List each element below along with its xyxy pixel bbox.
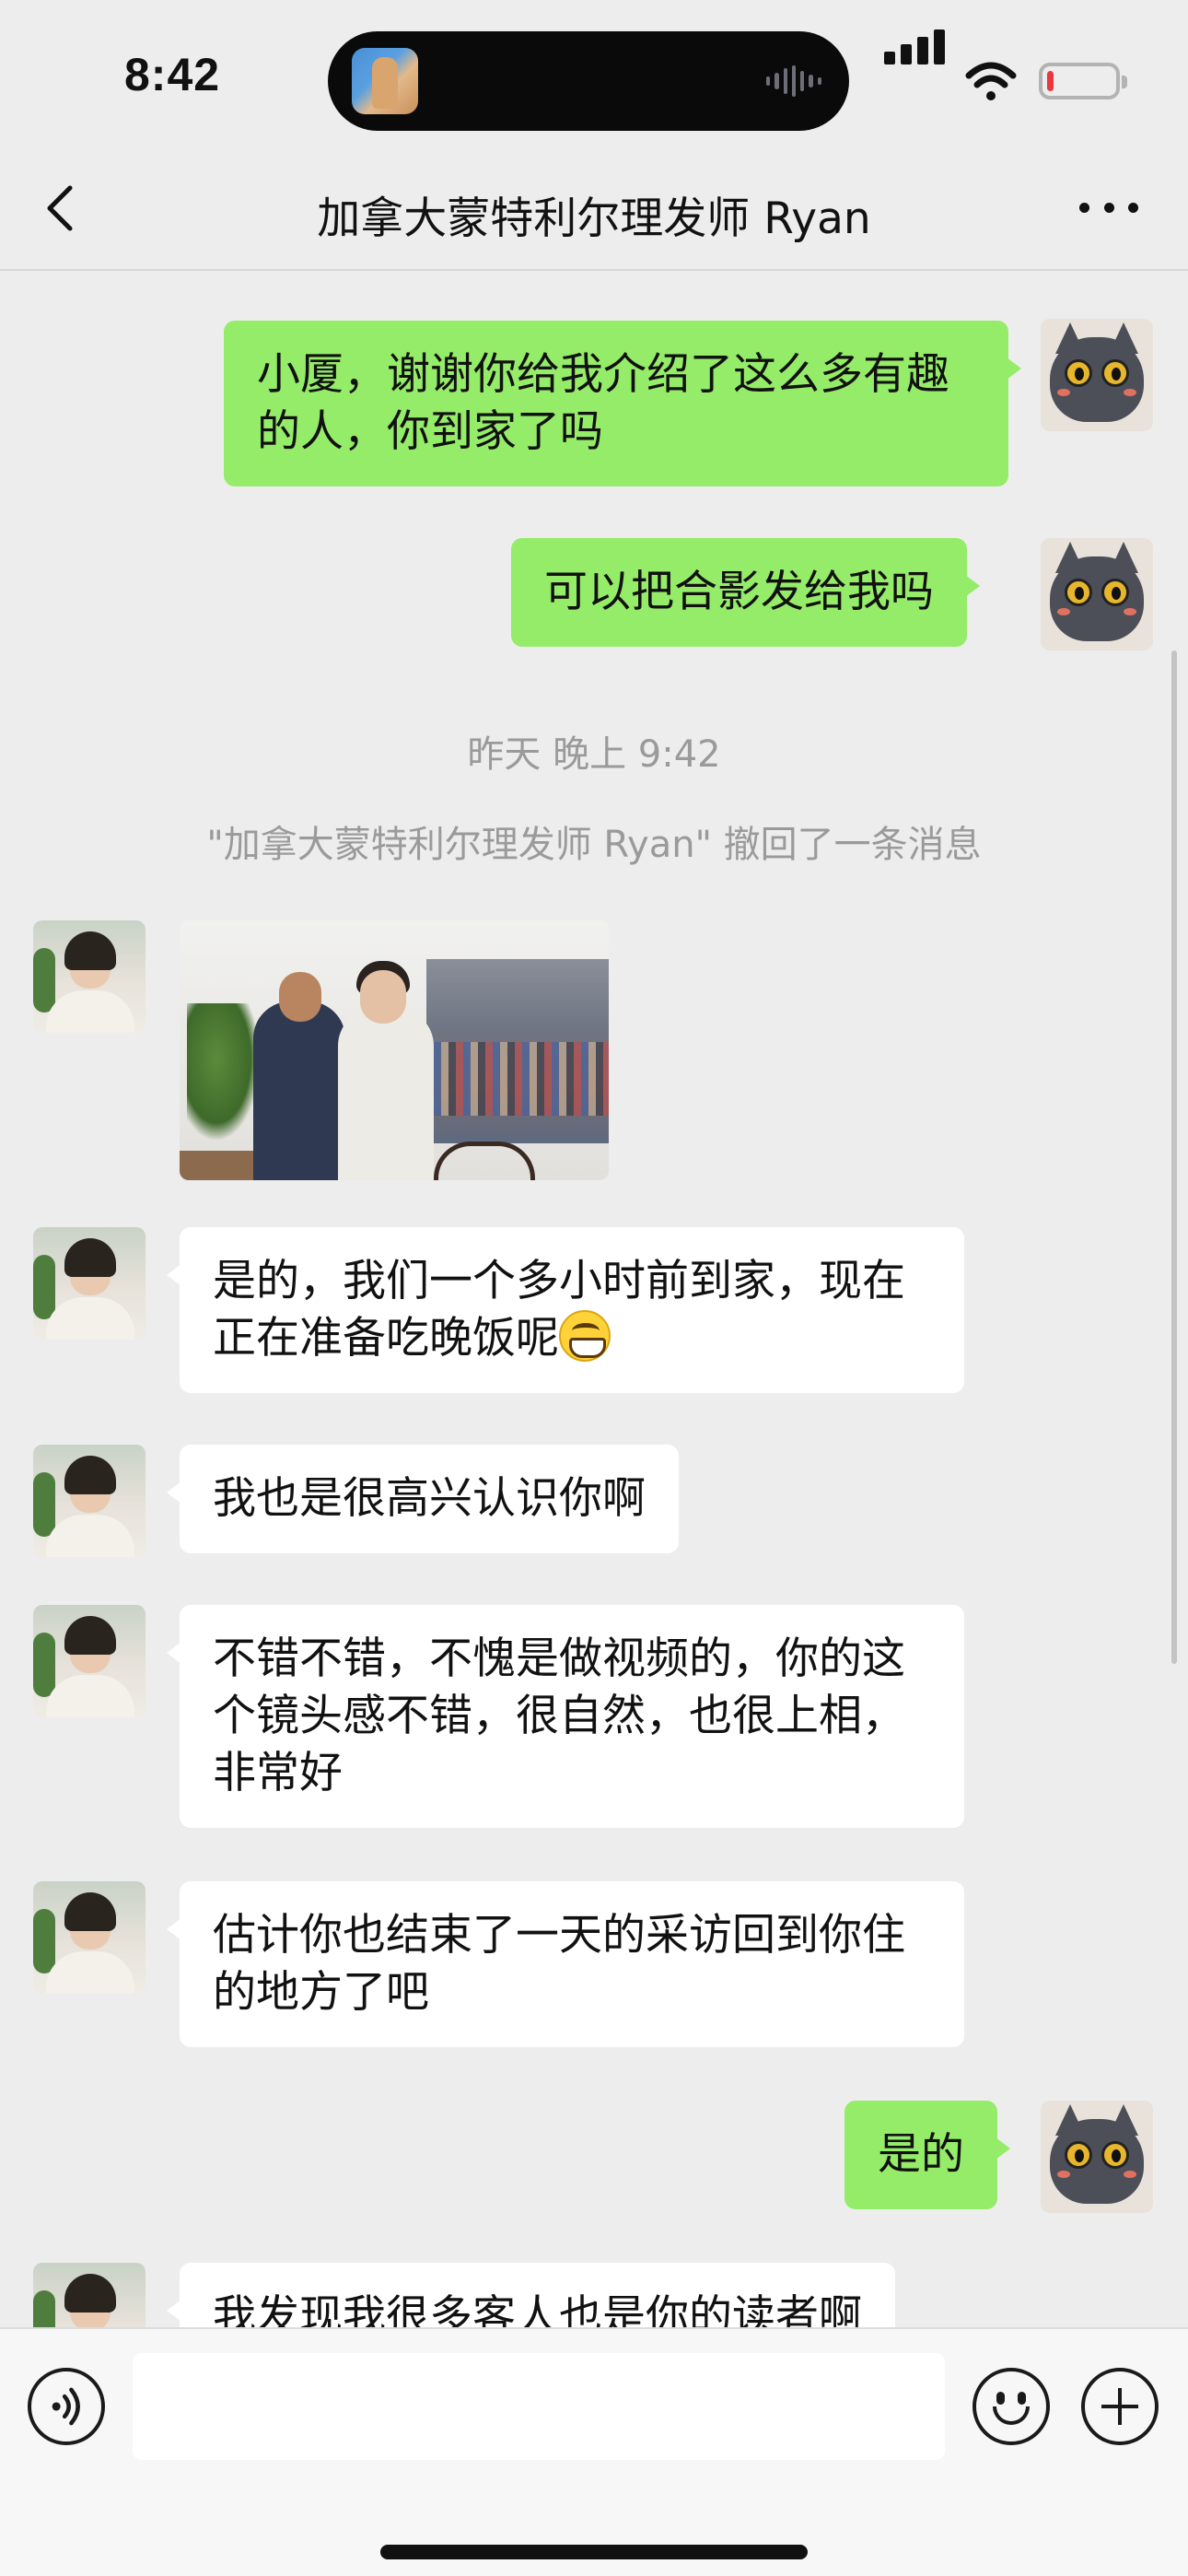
my-avatar-cat[interactable] <box>1041 538 1153 650</box>
chat-header: 加拿大蒙特利尔理发师 Ryan <box>0 147 1188 271</box>
recall-notice: "加拿大蒙特利尔理发师 Ryan" 撤回了一条消息 <box>206 824 982 866</box>
contact-avatar[interactable] <box>33 920 146 1033</box>
battery-level <box>1047 71 1054 91</box>
contact-avatar[interactable] <box>33 2263 146 2327</box>
incoming-message[interactable]: 估计你也结束了一天的采访回到你住的地方了吧 <box>167 1881 964 2047</box>
now-playing-thumbnail[interactable] <box>352 48 418 114</box>
shared-photo[interactable] <box>180 920 609 1180</box>
contact-avatar[interactable] <box>33 1605 146 1717</box>
incoming-message[interactable]: 是的，我们一个多小时前到家，现在正在准备吃晚饭呢 <box>167 1227 964 1393</box>
home-indicator[interactable] <box>380 2545 808 2559</box>
audio-waveform-icon <box>766 64 821 98</box>
contact-avatar[interactable] <box>33 1445 146 1557</box>
contact-avatar[interactable] <box>33 1227 146 1340</box>
plus-icon[interactable] <box>1081 2368 1159 2445</box>
my-avatar-cat[interactable] <box>1041 2101 1153 2213</box>
my-avatar-cat[interactable] <box>1041 319 1153 431</box>
status-bar: 8:42 <box>0 0 1188 147</box>
message-text: 是的，我们一个多小时前到家，现在正在准备吃晚饭呢 <box>213 1256 905 1364</box>
scrollbar[interactable] <box>1171 650 1177 1664</box>
more-dots-icon[interactable] <box>1079 193 1138 221</box>
grinning-face-emoji-icon <box>559 1310 611 1362</box>
incoming-message[interactable]: 我发现我很多客人也是你的读者啊 <box>167 2263 895 2327</box>
emoji-icon[interactable] <box>973 2368 1050 2445</box>
dynamic-island[interactable] <box>328 31 849 131</box>
input-bar <box>0 2327 1188 2576</box>
incoming-message[interactable]: 我也是很高兴认识你啊 <box>167 1445 679 1553</box>
outgoing-message[interactable]: 小厦，谢谢你给我介绍了这么多有趣的人，你到家了吗 <box>224 321 1021 486</box>
incoming-message[interactable]: 不错不错，不愧是做视频的，你的这个镜头感不错，很自然，也很上相，非常好 <box>167 1605 964 1828</box>
message-input[interactable] <box>133 2353 945 2460</box>
outgoing-message[interactable]: 是的 <box>844 2101 1010 2209</box>
voice-icon[interactable] <box>28 2368 105 2445</box>
contact-avatar[interactable] <box>33 1881 146 1994</box>
wifi-icon <box>965 62 1017 100</box>
timestamp-divider: 昨天 晚上 9:42 <box>467 733 721 776</box>
chevron-left-icon[interactable] <box>37 182 88 234</box>
chat-title: 加拿大蒙特利尔理发师 Ryan <box>317 193 871 244</box>
chat-area[interactable]: 小厦，谢谢你给我介绍了这么多有趣的人，你到家了吗 可以把合影发给我吗 昨天 晚上… <box>0 273 1188 2327</box>
status-time: 8:42 <box>124 49 221 100</box>
outgoing-message[interactable]: 可以把合影发给我吗 <box>511 538 980 647</box>
battery-icon <box>1039 63 1127 100</box>
